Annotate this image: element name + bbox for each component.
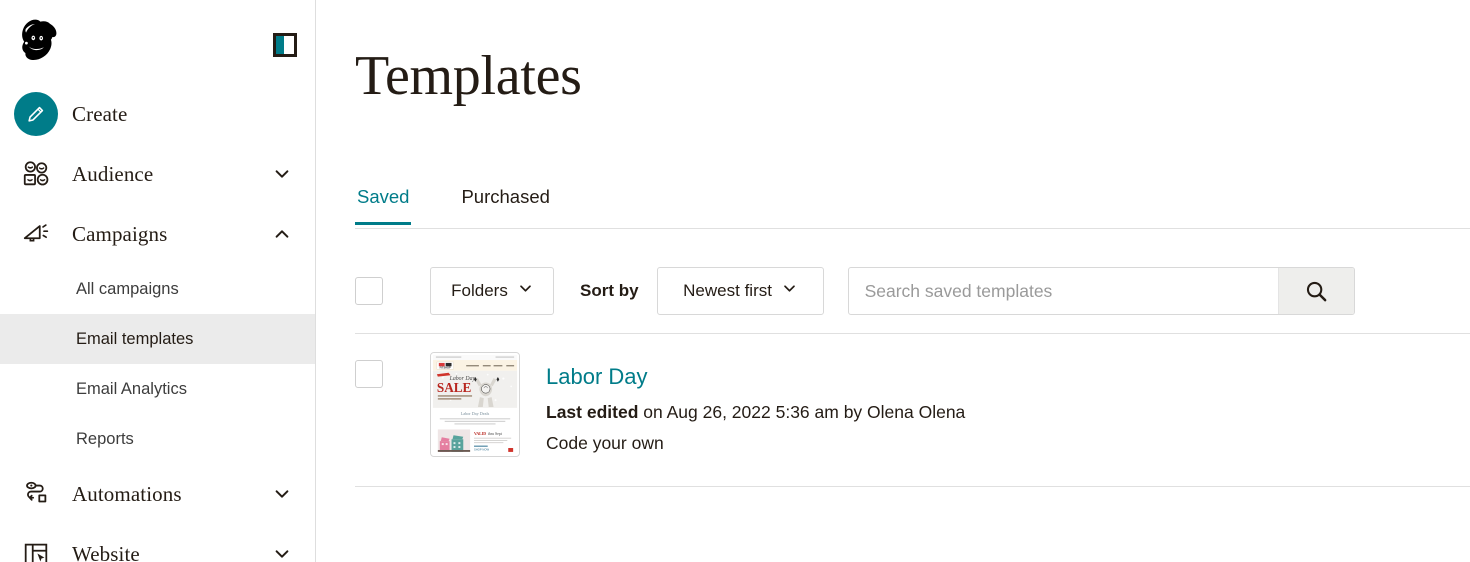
search-icon: [1306, 281, 1326, 301]
template-row-divider: [355, 486, 1470, 487]
chevron-down-icon-website[interactable]: [273, 545, 291, 562]
sidebar-item-all-campaigns[interactable]: All campaigns: [0, 264, 315, 314]
svg-text:VALID: VALID: [474, 432, 486, 436]
svg-text:SHOP NOW: SHOP NOW: [474, 447, 489, 451]
sidebar-subitem-label-reports: Reports: [76, 429, 134, 448]
sidebar-item-campaigns[interactable]: Campaigns: [0, 204, 315, 264]
svg-text:Labor Day Deals: Labor Day Deals: [461, 411, 490, 416]
pencil-icon: [28, 106, 44, 122]
sidebar-item-label-campaigns: Campaigns: [72, 221, 168, 246]
templates-page: Create Audience Campaigns All campaigns …: [0, 0, 1470, 562]
select-all-checkbox[interactable]: [355, 277, 383, 305]
sidebar-collapse-icon[interactable]: [273, 33, 297, 57]
template-last-edited: Last edited on Aug 26, 2022 5:36 am by O…: [546, 401, 965, 425]
main-content: Templates Saved Purchased Folders Sort b…: [316, 0, 1470, 562]
sort-select[interactable]: Newest first: [656, 267, 824, 315]
chevron-down-icon-folders: [518, 281, 533, 301]
tab-saved-label: Saved: [357, 186, 410, 207]
sidebar-item-label-audience: Audience: [72, 161, 154, 186]
template-info: Labor Day Last edited on Aug 26, 2022 5:…: [546, 352, 965, 456]
sort-select-value: Newest first: [683, 281, 772, 300]
search-field-wrap: [847, 267, 1355, 315]
sidebar-subitem-label-all-campaigns: All campaigns: [76, 279, 179, 298]
sidebar-item-audience[interactable]: Audience: [0, 144, 315, 204]
automations-icon: [14, 472, 58, 516]
sort-by-label: Sort by: [580, 281, 639, 300]
chevron-up-icon-campaigns[interactable]: [273, 225, 291, 243]
template-name-link[interactable]: Labor Day: [546, 364, 648, 390]
tab-saved[interactable]: Saved: [355, 186, 412, 225]
templates-toolbar: Folders Sort by Newest first: [355, 266, 1470, 316]
page-title: Templates: [355, 45, 582, 107]
chevron-down-icon-automations[interactable]: [273, 485, 291, 503]
svg-text:13.5: 13.5: [468, 353, 473, 354]
audience-icon: [14, 152, 58, 196]
last-edited-label: Last edited: [546, 402, 639, 423]
svg-text:FITSHOP: FITSHOP: [440, 367, 451, 370]
pencil-icon-wrap: [14, 92, 58, 136]
template-type: Code your own: [546, 433, 664, 454]
last-edited-value: on Aug 26, 2022 5:36 am by Olena Olena: [638, 402, 966, 423]
chevron-down-icon-audience[interactable]: [273, 165, 291, 183]
tabs-underline: [355, 228, 1470, 229]
template-thumbnail[interactable]: FITSHOP 13.5 Labor Day SALE Labor Day De…: [430, 352, 520, 457]
sidebar-item-label-automations: Automations: [72, 481, 182, 506]
chevron-down-icon-sort: [782, 281, 797, 301]
sidebar-subitem-label-email-analytics: Email Analytics: [76, 379, 187, 398]
svg-text:SALE: SALE: [437, 380, 472, 395]
megaphone-icon: [14, 212, 58, 256]
templates-tabs: Saved Purchased: [355, 186, 1470, 228]
mailchimp-freddie-logo[interactable]: [11, 13, 67, 69]
create-circle: [14, 92, 58, 136]
sidebar-item-create[interactable]: Create: [0, 84, 315, 144]
toolbar-divider: [355, 333, 1470, 334]
folders-button-label: Folders: [451, 281, 508, 300]
folders-button[interactable]: Folders: [430, 267, 554, 315]
search-input[interactable]: [848, 268, 1278, 314]
tab-purchased-label: Purchased: [461, 186, 550, 207]
sidebar-item-website[interactable]: Website: [0, 524, 315, 562]
sidebar-item-label-website: Website: [72, 541, 140, 562]
sidebar-item-email-templates[interactable]: Email templates: [0, 314, 315, 364]
sidebar-item-automations[interactable]: Automations: [0, 464, 315, 524]
search-button[interactable]: [1277, 268, 1354, 314]
sidebar-nav-list: Create Audience Campaigns All campaigns …: [0, 84, 315, 562]
sidebar-item-label-create: Create: [72, 101, 128, 126]
template-row-checkbox[interactable]: [355, 360, 383, 388]
sidebar-item-reports[interactable]: Reports: [0, 414, 315, 464]
website-icon: [14, 532, 58, 562]
sidebar-header: [0, 0, 315, 84]
template-row: FITSHOP 13.5 Labor Day SALE Labor Day De…: [355, 352, 1470, 477]
primary-sidebar: Create Audience Campaigns All campaigns …: [0, 0, 316, 562]
sidebar-subitem-label-email-templates: Email templates: [76, 329, 194, 348]
sidebar-item-email-analytics[interactable]: Email Analytics: [0, 364, 315, 414]
svg-text:thru Sept: thru Sept: [488, 432, 503, 436]
tab-purchased[interactable]: Purchased: [459, 186, 551, 224]
